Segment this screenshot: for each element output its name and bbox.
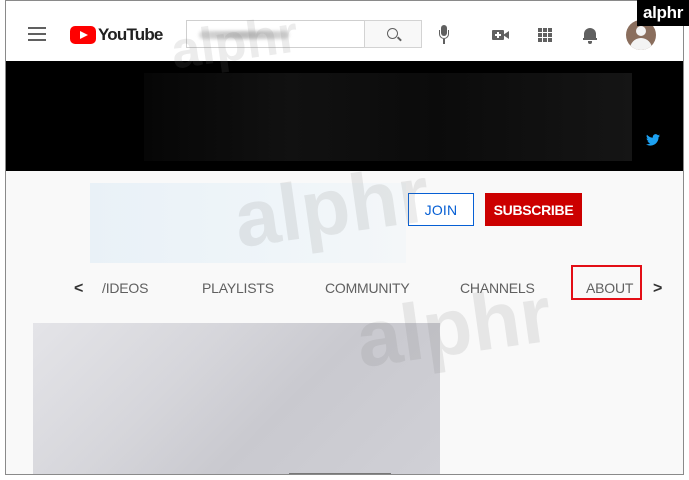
- tab-playlists[interactable]: PLAYLISTS: [202, 263, 274, 313]
- search-button[interactable]: [364, 20, 422, 48]
- channel-banner: [6, 61, 683, 171]
- top-bar: YouTube: [6, 1, 683, 61]
- alphr-badge: alphr: [637, 0, 689, 26]
- subscribe-button[interactable]: SUBSCRIBE: [485, 193, 582, 226]
- mic-icon[interactable]: [439, 25, 449, 45]
- about-tab-highlight: [571, 265, 642, 300]
- search-input[interactable]: [186, 20, 365, 48]
- video-camera-icon[interactable]: [492, 29, 510, 41]
- youtube-logo-icon: [70, 26, 96, 44]
- logo-text: YouTube: [98, 25, 163, 44]
- featured-video-thumbnail[interactable]: [33, 323, 440, 474]
- tab-community[interactable]: COMMUNITY: [325, 263, 410, 313]
- bell-icon[interactable]: [583, 26, 597, 44]
- tab-channels[interactable]: CHANNELS: [460, 263, 535, 313]
- browser-frame: YouTube JOIN SUBSCRIBE < /IDEOS PLAYLIST…: [5, 0, 684, 475]
- join-button[interactable]: JOIN: [408, 193, 474, 226]
- video-progress-bar: [289, 473, 391, 474]
- youtube-logo[interactable]: YouTube: [70, 25, 163, 45]
- tabs-prev-arrow[interactable]: <: [74, 280, 83, 298]
- menu-icon[interactable]: [28, 27, 46, 41]
- channel-content: [6, 313, 683, 474]
- twitter-icon[interactable]: [646, 134, 660, 146]
- tab-videos[interactable]: /IDEOS: [102, 263, 148, 313]
- apps-grid-icon[interactable]: [538, 28, 552, 42]
- tabs-next-arrow[interactable]: >: [653, 280, 662, 298]
- search-query-blurred: [199, 31, 289, 39]
- channel-info-blurred: [90, 183, 406, 263]
- search-icon: [387, 28, 398, 39]
- banner-image: [144, 73, 632, 161]
- channel-header: JOIN SUBSCRIBE < /IDEOS PLAYLISTS COMMUN…: [6, 171, 683, 313]
